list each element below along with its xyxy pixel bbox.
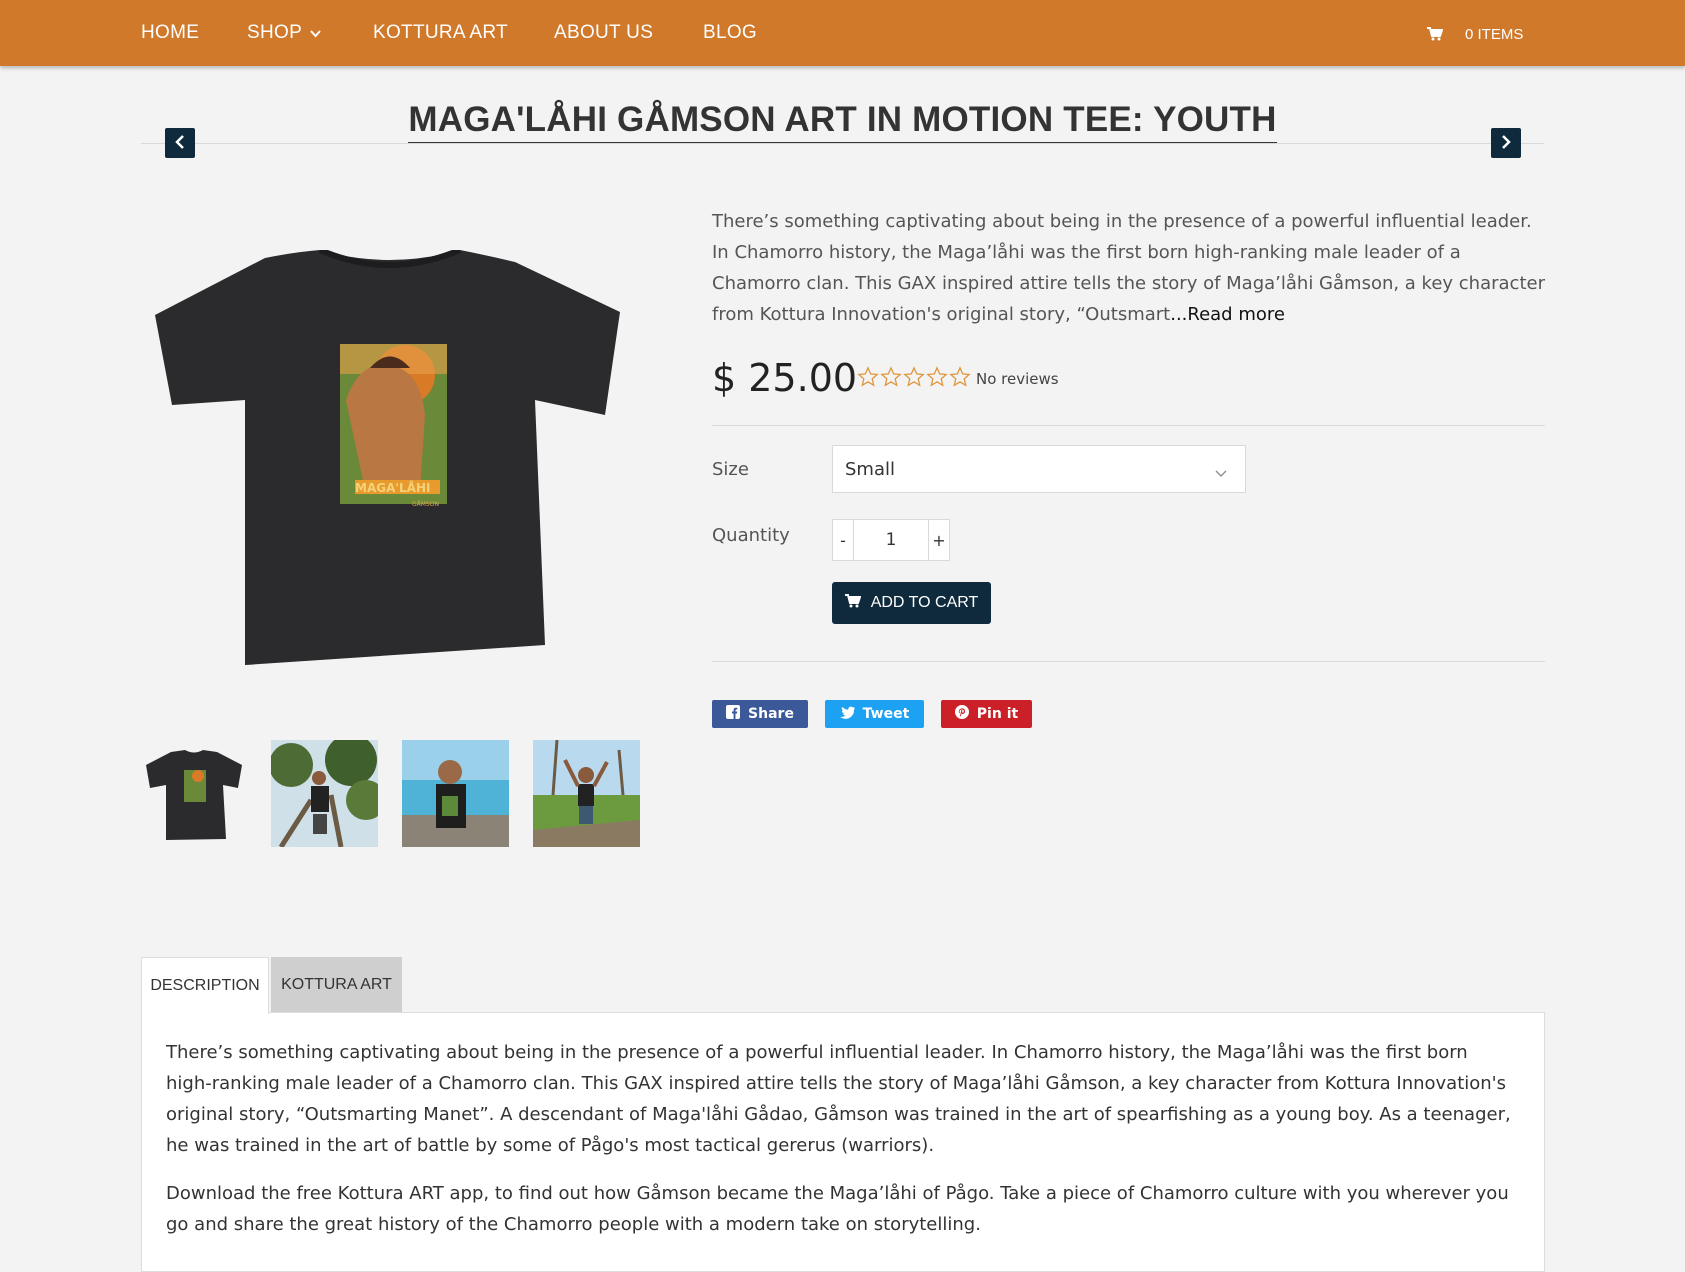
divider	[712, 425, 1545, 426]
top-nav: HOME SHOP KOTTURA ART ABOUT US BLOG 0 IT…	[0, 0, 1685, 66]
cart-link[interactable]: 0 ITEMS	[1427, 25, 1523, 43]
nav-shop[interactable]: SHOP	[247, 22, 321, 44]
size-label: Size	[712, 459, 749, 480]
facebook-icon	[726, 705, 741, 723]
quantity-stepper: - 1 +	[832, 519, 950, 561]
nav-about-us[interactable]: ABOUT US	[554, 22, 653, 44]
short-description: There’s something captivating about bein…	[712, 206, 1547, 330]
quantity-increase-button[interactable]: +	[928, 519, 950, 561]
cart-icon	[1427, 25, 1444, 42]
short-description-text: There’s something captivating about bein…	[712, 211, 1545, 325]
pinterest-icon	[954, 705, 969, 723]
twitter-tweet-label: Tweet	[862, 706, 910, 722]
reviews-count: No reviews	[976, 370, 1059, 388]
pinterest-pin-label: Pin it	[976, 706, 1019, 722]
pinterest-pin-button[interactable]: Pin it	[941, 700, 1032, 728]
cart-icon	[844, 593, 862, 613]
shirt-print-text: MAGA'LÅHI	[355, 480, 430, 495]
product-title: MAGA'LÅHI GÅMSON ART IN MOTION TEE: YOUT…	[408, 100, 1277, 143]
size-select[interactable]: Small	[832, 445, 1246, 493]
description-paragraph-2: Download the free Kottura ART app, to fi…	[166, 1183, 1509, 1235]
twitter-tweet-button[interactable]: Tweet	[825, 700, 924, 728]
thumbnail-4[interactable]	[533, 740, 640, 847]
nav-shop-label: SHOP	[247, 22, 303, 44]
facebook-share-button[interactable]: Share	[712, 700, 808, 728]
quantity-input[interactable]: 1	[854, 519, 928, 561]
quantity-label: Quantity	[712, 525, 790, 546]
chevron-down-icon	[310, 22, 321, 44]
star-empty-icon	[903, 366, 925, 392]
read-more-link[interactable]: ...Read more	[1170, 304, 1285, 325]
thumbnail-2[interactable]	[271, 740, 378, 847]
description-paragraph-1: There’s something captivating about bein…	[166, 1042, 1511, 1156]
rating-stars[interactable]	[857, 366, 971, 392]
add-to-cart-label: ADD TO CART	[870, 594, 979, 611]
nav-kottura-art[interactable]: KOTTURA ART	[373, 22, 508, 44]
star-empty-icon	[949, 366, 971, 392]
title-divider	[141, 143, 1544, 144]
facebook-share-label: Share	[748, 706, 794, 722]
tab-kottura-art[interactable]: KOTTURA ART	[271, 957, 402, 1013]
size-select-value: Small	[845, 459, 895, 480]
divider	[712, 661, 1545, 662]
description-panel: There’s something captivating about bein…	[141, 1012, 1545, 1272]
quantity-decrease-button[interactable]: -	[832, 519, 854, 561]
star-empty-icon	[926, 366, 948, 392]
thumbnail-1[interactable]	[141, 740, 248, 847]
cart-count: 0 ITEMS	[1465, 25, 1524, 43]
product-price: $ 25.00	[712, 356, 858, 400]
star-empty-icon	[857, 366, 879, 392]
product-main-image[interactable]: MAGA'LÅHI GÅMSON	[150, 247, 628, 670]
add-to-cart-button[interactable]: ADD TO CART	[832, 582, 991, 624]
nav-blog[interactable]: BLOG	[703, 22, 757, 44]
twitter-icon	[839, 706, 855, 723]
star-empty-icon	[880, 366, 902, 392]
title-wrap: MAGA'LÅHI GÅMSON ART IN MOTION TEE: YOUT…	[0, 100, 1685, 143]
tab-description[interactable]: DESCRIPTION	[141, 957, 269, 1014]
shirt-print-sub: GÅMSON	[412, 501, 439, 508]
chevron-down-icon	[1215, 463, 1227, 482]
nav-home[interactable]: HOME	[141, 22, 199, 44]
thumbnail-3[interactable]	[402, 740, 509, 847]
